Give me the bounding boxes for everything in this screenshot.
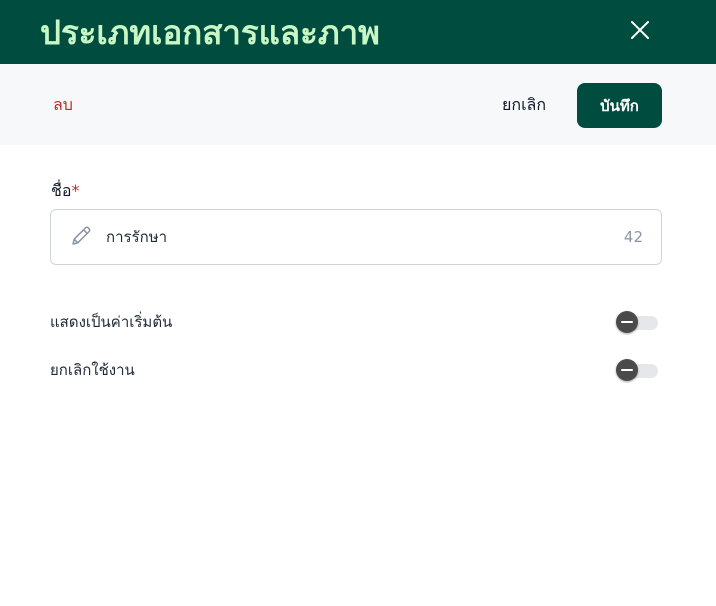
delete-button[interactable]: ลบ [53, 94, 73, 116]
close-icon [631, 21, 649, 39]
close-button[interactable] [622, 12, 658, 48]
dialog-header: ประเภทเอกสารและภาพ [0, 0, 716, 64]
cancel-button[interactable]: ยกเลิก [502, 94, 546, 116]
toggle-knob [616, 359, 638, 381]
disable-toggle[interactable] [616, 357, 660, 383]
character-count: 42 [623, 228, 643, 246]
minus-icon [621, 321, 633, 323]
name-input-value: การรักษา [106, 228, 168, 246]
dialog-title: ประเภทเอกสารและภาพ [40, 13, 380, 52]
name-label-text: ชื่อ [51, 181, 72, 200]
default-toggle[interactable] [616, 309, 660, 335]
disable-toggle-label: ยกเลิกใช้งาน [50, 361, 135, 379]
save-button[interactable]: บันทึก [577, 83, 662, 128]
default-toggle-label: แสดงเป็นค่าเริ่มต้น [50, 313, 173, 331]
pencil-icon [72, 226, 91, 245]
toggle-knob [616, 311, 638, 333]
minus-icon [621, 369, 633, 371]
required-marker: * [71, 181, 80, 200]
name-input[interactable]: การรักษา 42 [50, 209, 662, 265]
name-field-label: ชื่อ* [51, 180, 79, 202]
